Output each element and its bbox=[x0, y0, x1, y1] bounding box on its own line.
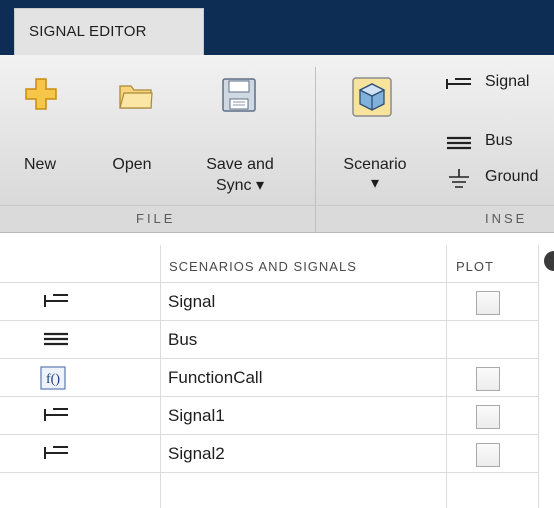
save-icon bbox=[222, 78, 256, 112]
insert-signal-label: Signal bbox=[485, 73, 530, 90]
plot-checkbox[interactable] bbox=[476, 367, 500, 391]
insert-bus-label: Bus bbox=[485, 132, 513, 149]
tab-signal-editor[interactable]: SIGNAL EDITOR bbox=[14, 8, 204, 55]
toolstrip-section-bar: FILE INSE bbox=[0, 205, 554, 233]
insert-ground-label: Ground bbox=[485, 168, 539, 185]
insert-signal-button[interactable]: Signal bbox=[442, 73, 554, 97]
scenario-button[interactable]: Scenario ▾ bbox=[325, 63, 425, 193]
insert-bus-button[interactable]: Bus bbox=[442, 132, 554, 156]
scenario-label: Scenario bbox=[343, 156, 407, 173]
table-header-row: SCENARIOS AND SIGNALS PLOT bbox=[0, 245, 538, 283]
plus-icon bbox=[25, 78, 57, 110]
scenario-dropdown-arrow[interactable]: ▾ bbox=[325, 173, 425, 194]
ground-icon bbox=[449, 169, 469, 188]
row-signal1-name: Signal1 bbox=[168, 406, 225, 425]
plot-checkbox[interactable] bbox=[476, 443, 500, 467]
column-divider bbox=[538, 245, 539, 508]
folder-icon bbox=[119, 85, 153, 109]
table-row[interactable]: Signal bbox=[0, 283, 538, 321]
section-label-insert: INSE bbox=[485, 211, 528, 226]
save-and-sync-label-line2: Sync ▾ bbox=[215, 177, 265, 194]
save-and-sync-label-line1: Save and bbox=[206, 156, 274, 173]
toolstrip-divider bbox=[315, 67, 316, 205]
bus-icon bbox=[44, 332, 68, 346]
info-icon[interactable] bbox=[544, 251, 554, 271]
tab-signal-editor-label: SIGNAL EDITOR bbox=[29, 23, 147, 40]
table-row[interactable]: Signal1 bbox=[0, 397, 538, 435]
new-button[interactable]: New bbox=[8, 63, 72, 183]
insert-ground-button[interactable]: Ground bbox=[442, 168, 554, 192]
open-button-label: Open bbox=[112, 156, 152, 173]
scenario-cube-icon bbox=[352, 77, 392, 117]
signal-icon bbox=[44, 446, 68, 459]
new-button-label: New bbox=[23, 156, 56, 173]
signals-table: SCENARIOS AND SIGNALS PLOT Signal Bus f(… bbox=[0, 245, 554, 508]
table-row[interactable]: Signal2 bbox=[0, 435, 538, 473]
signal-icon bbox=[44, 294, 68, 307]
table-row[interactable]: f() FunctionCall bbox=[0, 359, 538, 397]
table-row[interactable]: Bus bbox=[0, 321, 538, 359]
row-functioncall-name: FunctionCall bbox=[168, 368, 263, 387]
row-signal2-name: Signal2 bbox=[168, 444, 225, 463]
row-signal-name: Signal bbox=[168, 292, 216, 311]
save-and-sync-button[interactable]: Save and Sync ▾ bbox=[190, 63, 290, 194]
plot-checkbox[interactable] bbox=[476, 405, 500, 429]
open-button[interactable]: Open bbox=[100, 63, 164, 183]
signal-icon bbox=[44, 408, 68, 421]
toolstrip: New Open Save and Sync ▾ Scenario ▾ Sign… bbox=[0, 55, 554, 205]
bus-icon bbox=[447, 136, 471, 150]
section-bar-divider bbox=[315, 206, 316, 233]
function-call-icon: f() bbox=[40, 366, 66, 390]
section-label-file: FILE bbox=[136, 211, 176, 226]
plot-checkbox[interactable] bbox=[476, 291, 500, 315]
svg-text:f(): f() bbox=[46, 372, 60, 387]
row-bus-name: Bus bbox=[168, 330, 198, 349]
signal-icon bbox=[446, 78, 471, 89]
